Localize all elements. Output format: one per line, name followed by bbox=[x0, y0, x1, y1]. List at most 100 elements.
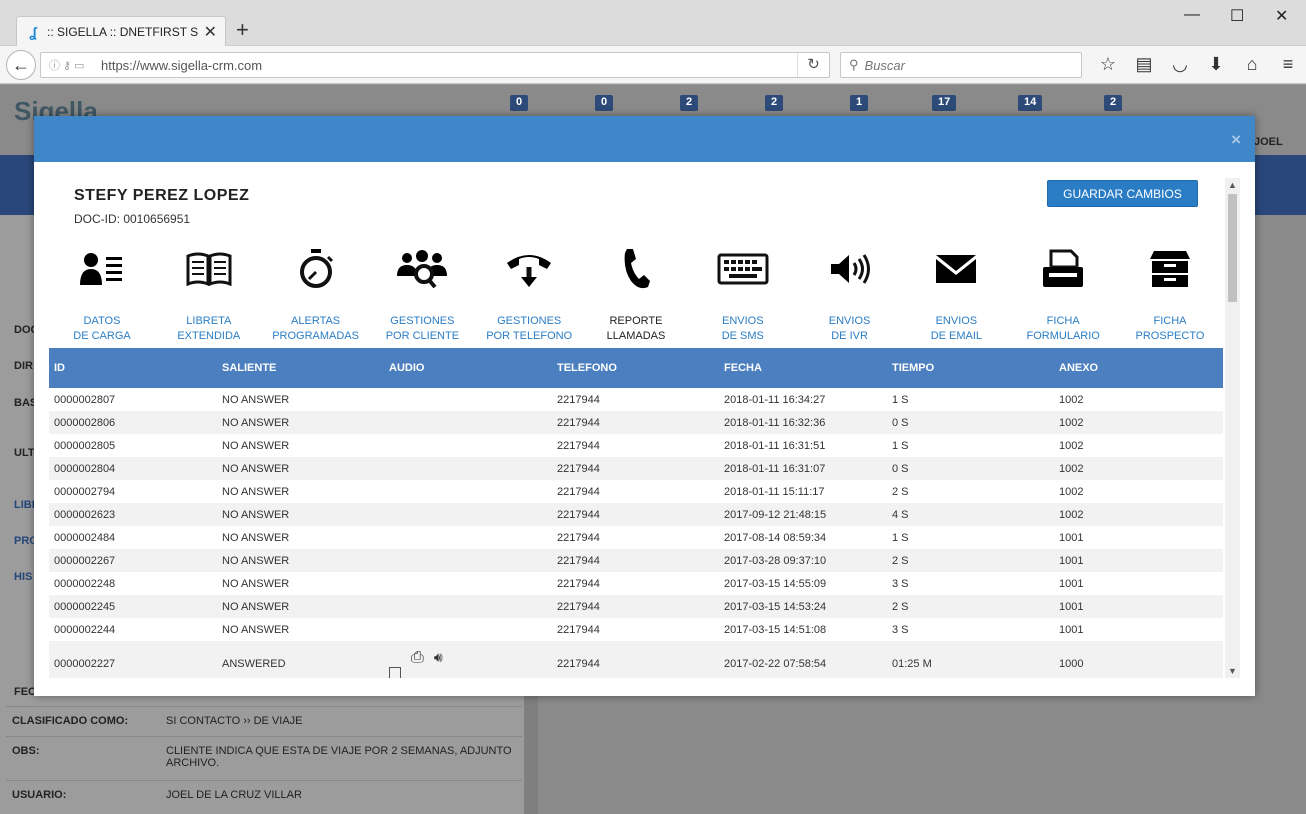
menu-icon[interactable]: ≡ bbox=[1270, 54, 1306, 75]
scrollbar-thumb[interactable] bbox=[1228, 194, 1237, 302]
module-envios-ivr[interactable]: ENVIOS DE IVR bbox=[797, 242, 903, 344]
table-cell: 2217944 bbox=[557, 439, 600, 452]
pocket-icon[interactable]: ◡ bbox=[1162, 54, 1198, 75]
table-row[interactable]: 0000002267 NO ANSWER 2217944 2017-03-28 09:… bbox=[49, 549, 1223, 572]
scroll-up-icon[interactable]: ▲ bbox=[1225, 180, 1240, 190]
table-row[interactable]: 0000002794 NO ANSWER 2217944 2018-01-11 15:… bbox=[49, 480, 1223, 503]
search-input[interactable] bbox=[864, 57, 1065, 73]
table-row[interactable]: 0000002805 NO ANSWER 2217944 2018-01-11 16:… bbox=[49, 434, 1223, 457]
phone-hangup-icon bbox=[507, 255, 552, 287]
url-text[interactable]: https://www.sigella-crm.com bbox=[101, 58, 797, 73]
table-row[interactable]: 0000002227 ANSWERED ⎙ 🔊︎ 2217944 2017-02-22 0… bbox=[49, 641, 1223, 678]
reload-icon[interactable]: ↻ bbox=[797, 53, 829, 77]
modal-header: × bbox=[34, 116, 1255, 162]
table-cell: 0000002484 bbox=[54, 531, 116, 544]
maximize-icon[interactable]: ☐ bbox=[1230, 6, 1244, 26]
module-label: DATOS bbox=[83, 315, 121, 327]
scroll-down-icon[interactable]: ▼ bbox=[1225, 666, 1240, 676]
table-cell: 2217944 bbox=[557, 531, 600, 544]
module-label: PROSPECTO bbox=[1135, 330, 1205, 342]
users-search-icon bbox=[397, 250, 448, 288]
module-label: FICHA bbox=[1046, 315, 1080, 327]
table-row[interactable]: 0000002484 NO ANSWER 2217944 2017-08-14 08:… bbox=[49, 526, 1223, 549]
close-tab-icon[interactable]: ✕ bbox=[204, 22, 217, 42]
module-icons: DATOS DE CARGA LIBRETA EXTENDIDA ALERTAS PR… bbox=[49, 242, 1223, 344]
col-header-telefono[interactable]: TELEFONO bbox=[552, 362, 719, 374]
table-cell: 2217944 bbox=[557, 600, 600, 613]
table-row[interactable]: 0000002248 NO ANSWER 2217944 2017-03-15 14:… bbox=[49, 572, 1223, 595]
browser-navbar: ← ⓘ ⚷ ▭ https://www.sigella-crm.com ↻ ⚲ … bbox=[0, 46, 1306, 84]
module-envios-email[interactable]: ENVIOS DE EMAIL bbox=[903, 242, 1009, 344]
col-header-fecha[interactable]: FECHA bbox=[719, 362, 887, 374]
module-label: LLAMADAS bbox=[606, 330, 666, 342]
table-cell: 3 S bbox=[892, 623, 909, 636]
window-close-icon[interactable]: ✕ bbox=[1275, 6, 1288, 26]
table-row[interactable]: 0000002804 NO ANSWER 2217944 2018-01-11 16:… bbox=[49, 457, 1223, 480]
table-cell: 1001 bbox=[1059, 577, 1084, 590]
table-cell: 2 S bbox=[892, 485, 909, 498]
table-row[interactable]: 0000002623 NO ANSWER 2217944 2017-09-12 21:… bbox=[49, 503, 1223, 526]
table-cell: 2217944 bbox=[557, 577, 600, 590]
reading-list-icon[interactable]: ▤ bbox=[1126, 54, 1162, 75]
table-cell: 0000002807 bbox=[54, 393, 116, 406]
search-box[interactable]: ⚲ bbox=[840, 52, 1082, 78]
col-header-saliente[interactable]: SALIENTE bbox=[217, 362, 384, 374]
module-datos-carga[interactable]: DATOS DE CARGA bbox=[49, 242, 155, 344]
new-tab-icon[interactable]: + bbox=[236, 19, 249, 41]
speaker-icon bbox=[830, 254, 870, 284]
bookmark-star-icon[interactable]: ☆ bbox=[1090, 54, 1126, 75]
panel-label: ULT bbox=[14, 447, 35, 459]
table-cell: 2217944 bbox=[557, 508, 600, 521]
table-cell: 1002 bbox=[1059, 416, 1084, 429]
module-libreta[interactable]: LIBRETA EXTENDIDA bbox=[156, 242, 262, 344]
download-audio-icon[interactable]: ⎙ bbox=[411, 649, 424, 667]
panel-scrollbar[interactable] bbox=[524, 680, 538, 814]
table-cell: NO ANSWER bbox=[222, 508, 290, 521]
col-header-anexo[interactable]: ANEXO bbox=[1054, 362, 1223, 374]
table-cell: 2017-02-22 07:58:54 bbox=[724, 658, 827, 670]
table-cell: 0000002245 bbox=[54, 600, 116, 613]
table-row[interactable]: 0000002245 NO ANSWER 2217944 2017-03-15 14:… bbox=[49, 595, 1223, 618]
table-row[interactable]: 0000002807 NO ANSWER 2217944 2018-01-11 16:… bbox=[49, 388, 1223, 411]
minimize-icon[interactable]: — bbox=[1184, 6, 1200, 24]
module-gestiones-cliente[interactable]: GESTIONES POR CLIENTE bbox=[369, 242, 475, 344]
module-reporte-llamadas[interactable]: REPORTE LLAMADAS bbox=[583, 242, 689, 344]
table-cell: 0000002806 bbox=[54, 416, 116, 429]
site-info-icon[interactable]: ⓘ ⚷ ▭ bbox=[49, 57, 101, 73]
address-bar[interactable]: ⓘ ⚷ ▭ https://www.sigella-crm.com ↻ bbox=[40, 52, 830, 78]
table-cell: NO ANSWER bbox=[222, 554, 290, 567]
back-icon[interactable]: ← bbox=[6, 50, 36, 80]
module-label: FORMULARIO bbox=[1026, 330, 1100, 342]
module-label: ENVIOS bbox=[935, 315, 978, 327]
browser-tab[interactable]: ʆ :: SIGELLA :: DNETFIRST S.... ✕ bbox=[16, 16, 226, 47]
col-header-audio[interactable]: AUDIO bbox=[384, 362, 552, 374]
modal-scrollbar[interactable]: ▲ ▼ bbox=[1225, 178, 1240, 678]
select-checkbox[interactable] bbox=[389, 667, 401, 678]
save-changes-button[interactable]: GUARDAR CAMBIOS bbox=[1047, 180, 1198, 207]
module-gestiones-telefono[interactable]: GESTIONES POR TELEFONO bbox=[476, 242, 582, 344]
col-header-tiempo[interactable]: TIEMPO bbox=[887, 362, 1054, 374]
play-audio-icon[interactable]: 🔊︎ bbox=[434, 649, 443, 666]
table-cell: 2217944 bbox=[557, 485, 600, 498]
module-ficha-formulario[interactable]: FICHA FORMULARIO bbox=[1010, 242, 1116, 344]
table-row[interactable]: 0000002244 NO ANSWER 2217944 2017-03-15 14:… bbox=[49, 618, 1223, 641]
table-cell: 2017-03-15 14:53:24 bbox=[724, 600, 827, 613]
table-row[interactable]: 0000002806 NO ANSWER 2217944 2018-01-11 16:… bbox=[49, 411, 1223, 434]
table-cell: 0000002804 bbox=[54, 462, 116, 475]
badge: 0 bbox=[510, 95, 529, 111]
module-label: FICHA bbox=[1153, 315, 1187, 327]
module-ficha-prospecto[interactable]: FICHA PROSPECTO bbox=[1117, 242, 1223, 344]
download-icon[interactable]: ⬇ bbox=[1198, 54, 1234, 75]
module-alertas[interactable]: ALERTAS PROGRAMADAS bbox=[263, 242, 369, 344]
col-header-id[interactable]: ID bbox=[49, 362, 217, 374]
table-cell: NO ANSWER bbox=[222, 416, 290, 429]
detail-value: JOEL DE LA CRUZ VILLAR bbox=[166, 789, 302, 801]
module-label: ALERTAS bbox=[291, 315, 341, 327]
module-envios-sms[interactable]: ENVIOS DE SMS bbox=[690, 242, 796, 344]
table-cell: 2217944 bbox=[557, 554, 600, 567]
panel-link[interactable]: HIS bbox=[14, 571, 32, 583]
detail-key: OBS: bbox=[12, 745, 40, 757]
home-icon[interactable]: ⌂ bbox=[1234, 54, 1270, 75]
modal-close-icon[interactable]: × bbox=[1231, 130, 1241, 150]
table-cell: 2217944 bbox=[557, 416, 600, 429]
